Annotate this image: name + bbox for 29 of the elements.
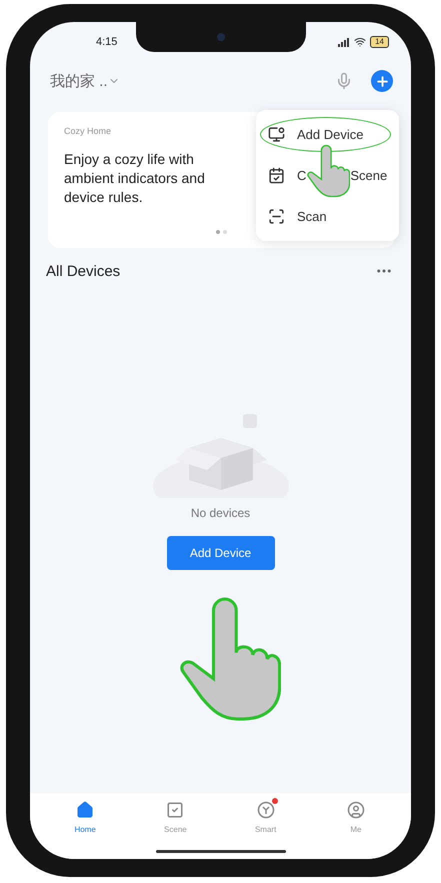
page-dot[interactable] (223, 230, 227, 234)
home-icon (76, 801, 94, 819)
check-calendar-icon (268, 167, 285, 184)
signal-icon (338, 38, 350, 46)
status-time: 4:15 (96, 36, 118, 48)
check-square-icon (166, 801, 184, 819)
user-icon (346, 801, 365, 819)
smart-icon (256, 801, 275, 819)
tab[interactable]: Me (310, 801, 401, 841)
pointing-hand-icon (306, 143, 350, 199)
menu-item[interactable]: C Scene (256, 155, 399, 196)
banner-text: Enjoy a cozy life with ambient indicators and device rules. (64, 150, 206, 207)
tab[interactable]: Smart (220, 801, 311, 841)
monitor-icon (268, 126, 285, 143)
banner-label: Cozy Home (64, 126, 112, 136)
microphone-icon[interactable] (335, 72, 353, 90)
add-button[interactable] (371, 70, 393, 92)
menu-item[interactable]: Scan (256, 196, 399, 237)
home-selector[interactable]: 我的家 .. (50, 72, 108, 90)
camera-icon (216, 33, 224, 41)
section-title: All Devices (46, 262, 120, 280)
add-device-button[interactable]: Add Device (166, 536, 274, 570)
scan-icon (268, 208, 285, 225)
tab[interactable]: Home (40, 801, 130, 841)
battery-icon: 14 (370, 36, 389, 48)
empty-message: No devices (190, 506, 250, 520)
page-dot[interactable] (216, 230, 220, 234)
tab[interactable]: Scene (130, 801, 220, 841)
plus-icon (374, 74, 390, 88)
